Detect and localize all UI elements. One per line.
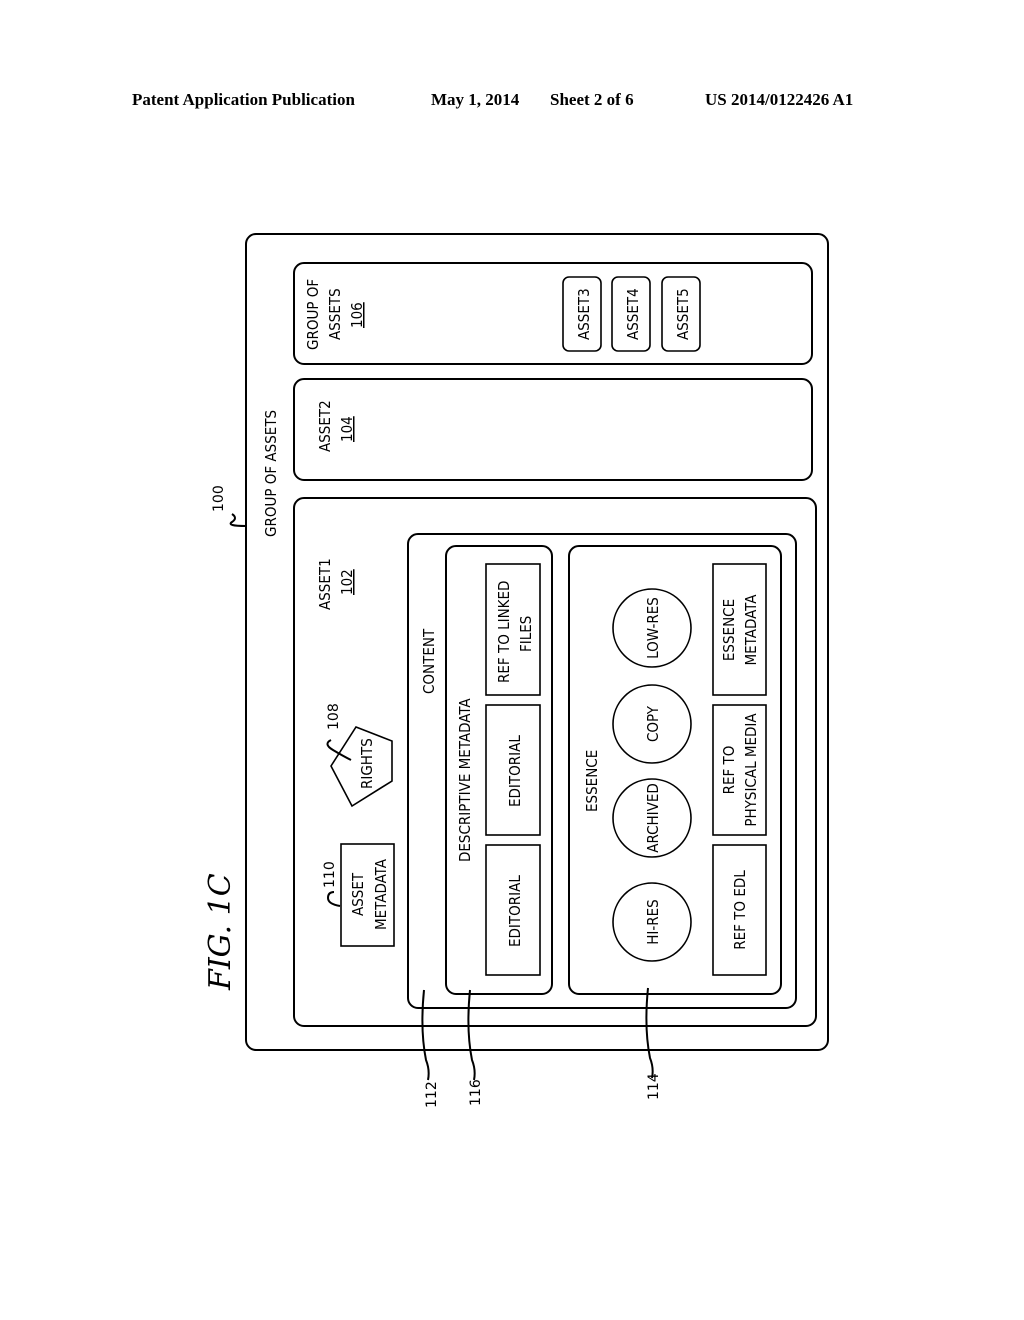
editorial-label-2: EDITORIAL [506,735,524,807]
ref-100: 100 [211,485,227,512]
ref-108: 108 [326,703,342,730]
leader-112 [421,989,430,1081]
editorial-label-1: EDITORIAL [506,875,524,947]
group-106-title-line1: GROUP OF [304,279,322,350]
leader-108 [326,739,352,761]
group-of-assets-title: GROUP OF ASSETS [262,410,280,537]
essence-metadata-line2: METADATA [742,594,760,666]
ref-102: 102 [338,569,356,595]
ref-104: 104 [338,416,356,442]
low-res-label: LOW-RES [644,597,662,659]
asset2-box [293,378,813,481]
archived-label: ARCHIVED [644,783,662,853]
figure-label: FIG. 1C [203,873,238,991]
ref-112: 112 [424,1081,440,1108]
asset-metadata-line1: ASSET [349,872,367,916]
asset5-label: ASSET5 [674,288,692,340]
essence-metadata-line1: ESSENCE [720,599,738,661]
leader-114 [645,987,654,1079]
ref-physical-media-line2: PHYSICAL MEDIA [742,713,760,827]
ref-edl-label: REF TO EDL [731,870,749,950]
asset2-title: ASSET2 [316,400,334,452]
asset3-label: ASSET3 [575,288,593,340]
asset-metadata-line2: METADATA [372,858,390,930]
content-title: CONTENT [420,628,438,694]
leader-110 [326,891,341,907]
descriptive-metadata-title: DESCRIPTIVE METADATA [456,698,474,862]
ref-110: 110 [322,861,338,888]
figure-1c-diagram: GROUP OF ASSETS 100 GROUP OF ASSETS 106 … [203,233,829,1108]
ref-114: 114 [646,1073,662,1100]
rights-label: RIGHTS [358,738,376,789]
essence-title: ESSENCE [583,750,601,812]
asset1-title: ASSET1 [316,558,334,610]
ref-116: 116 [468,1079,484,1106]
ref-linked-files-line2: FILES [517,616,535,652]
hi-res-label: HI-RES [644,899,662,944]
ref-linked-files-line1: REF TO LINKED [495,581,513,683]
copy-label: COPY [644,705,662,742]
ref-physical-media-line1: REF TO [720,746,738,795]
ref-106: 106 [348,302,366,328]
asset4-label: ASSET4 [624,288,642,340]
group-of-assets-106-box [293,262,813,365]
leader-100 [229,513,247,527]
leader-116 [467,989,476,1081]
group-106-title-line2: ASSETS [326,288,344,340]
